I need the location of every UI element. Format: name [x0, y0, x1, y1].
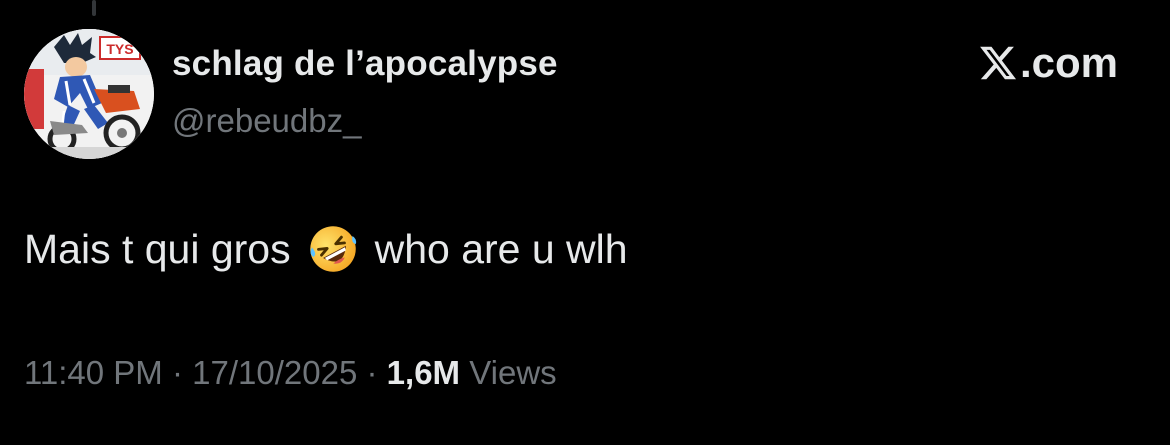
x-logo-icon	[980, 46, 1017, 80]
avatar-sign-text: TYS	[106, 41, 133, 57]
tweet-date[interactable]: 17/10/2025	[192, 354, 357, 391]
views-count[interactable]: 1,6M	[387, 354, 460, 391]
user-handle[interactable]: @rebeudbz_	[172, 102, 361, 140]
thread-connector-line	[92, 0, 96, 16]
tweet-text-part-1: Mais t qui gros	[24, 225, 291, 272]
avatar[interactable]: TYS	[24, 29, 154, 159]
tweet-text-part-2: who are u wlh	[374, 225, 628, 272]
tweet-time[interactable]: 11:40 PM	[24, 354, 163, 391]
brand-domain-suffix: .com	[1019, 39, 1118, 86]
rolling-on-the-floor-laughing-emoji-icon	[309, 226, 356, 272]
tweet-text: Mais t qui gros who are u wlh	[24, 223, 628, 275]
x-com-watermark: .com	[978, 42, 1118, 84]
tweet-metadata: 11:40 PM · 17/10/2025 · 1,6M Views	[24, 354, 557, 392]
display-name[interactable]: schlag de l’apocalypse	[172, 44, 558, 84]
meta-separator: ·	[171, 354, 183, 391]
views-label[interactable]: Views	[469, 354, 556, 391]
meta-separator: ·	[366, 354, 378, 391]
avatar-image: TYS	[24, 29, 154, 159]
